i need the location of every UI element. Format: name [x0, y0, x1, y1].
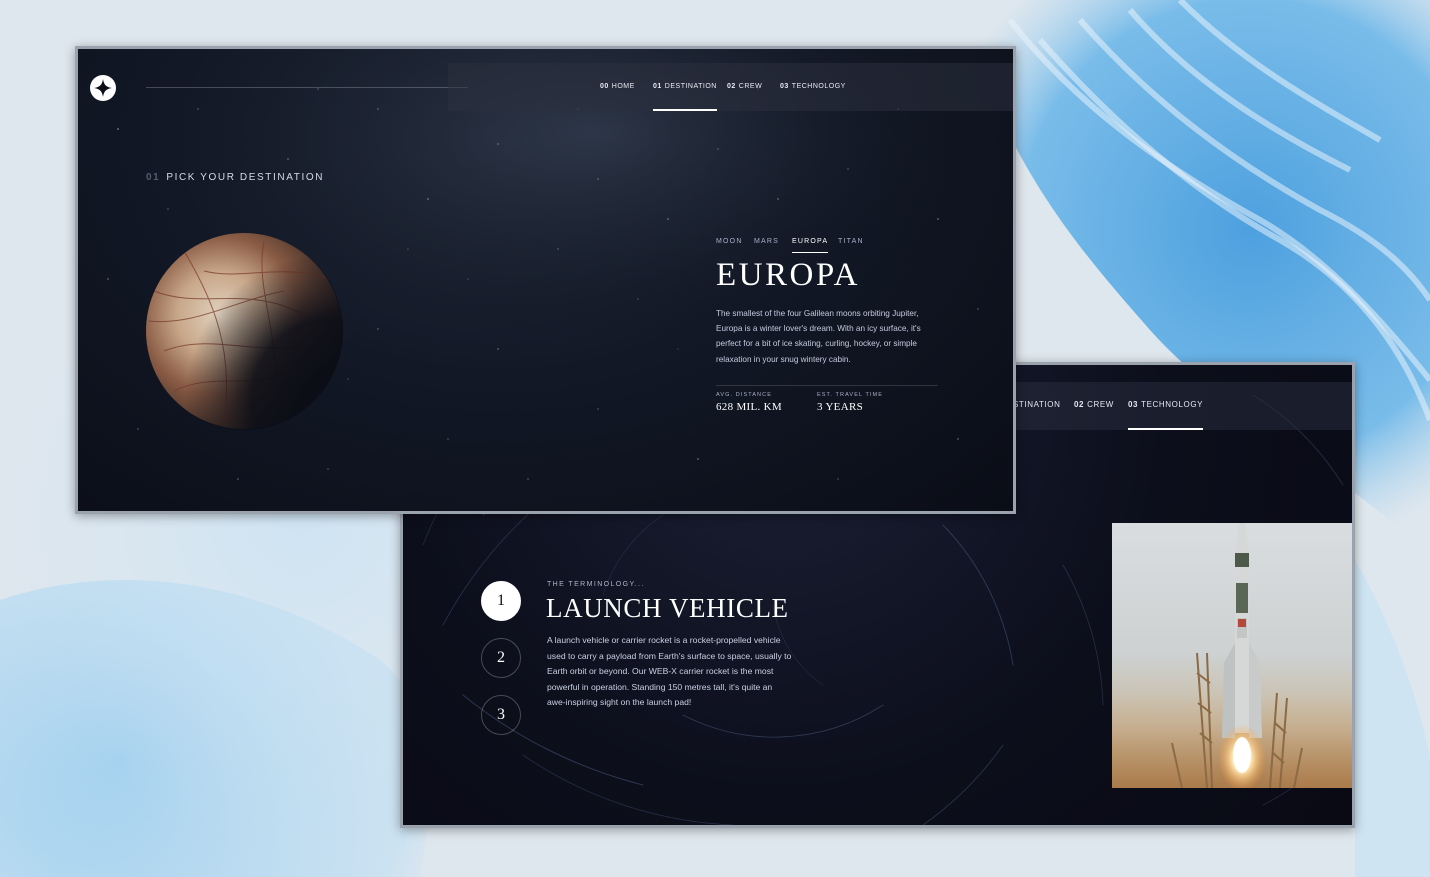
- nav-destination[interactable]: 01 DESTINATION: [653, 63, 717, 111]
- tab-mars[interactable]: MARS: [754, 238, 779, 252]
- nav-divider-line: [146, 87, 468, 88]
- travel-time-value: 3 YEARS: [817, 401, 864, 413]
- nav-technology[interactable]: 03 TECHNOLOGY: [780, 63, 846, 111]
- nav-crew[interactable]: 02 CREW: [727, 63, 762, 111]
- tech-title: LAUNCH VEHICLE: [546, 593, 789, 623]
- distance-label: AVG. DISTANCE: [716, 392, 772, 398]
- travel-time-label: EST. TRAVEL TIME: [817, 392, 883, 398]
- nav-crew[interactable]: 02 CREW: [1074, 382, 1114, 430]
- step-button-2[interactable]: 2: [481, 638, 521, 678]
- step-button-3[interactable]: 3: [481, 695, 521, 735]
- tab-titan[interactable]: TITAN: [838, 238, 864, 252]
- europa-planet-image: [145, 232, 343, 430]
- nav-technology[interactable]: 03 TECHNOLOGY: [1128, 382, 1204, 430]
- tab-europa[interactable]: EUROPA: [792, 238, 829, 253]
- nav-destination[interactable]: STINATION: [1013, 382, 1060, 430]
- destination-page-screenshot: 00 HOME 01 DESTINATION 02 CREW 03 TECHNOLOGY…: [75, 46, 1016, 514]
- tab-moon[interactable]: MOON: [716, 238, 743, 252]
- distance-value: 628 MIL. KM: [716, 401, 782, 413]
- destination-name: EUROPA: [716, 257, 860, 293]
- tech-description: A launch vehicle or carrier rocket is a …: [547, 635, 792, 708]
- page-heading: 01 PICK YOUR DESTINATION: [146, 172, 325, 183]
- nav-home[interactable]: 00 HOME: [600, 63, 635, 111]
- stats-divider: [716, 385, 938, 386]
- logo-icon[interactable]: [90, 75, 116, 101]
- step-button-1[interactable]: 1: [481, 581, 521, 621]
- launch-vehicle-photo: [1112, 523, 1352, 788]
- tech-eyebrow: THE TERMINOLOGY...: [547, 581, 645, 588]
- tech-nav-bar: STINATION 02 CREW 03 TECHNOLOGY: [1013, 382, 1352, 430]
- dest-nav-bar: 00 HOME 01 DESTINATION 02 CREW 03 TECHNOLOGY: [448, 63, 1013, 111]
- destination-description: The smallest of the four Galilean moons …: [716, 309, 921, 364]
